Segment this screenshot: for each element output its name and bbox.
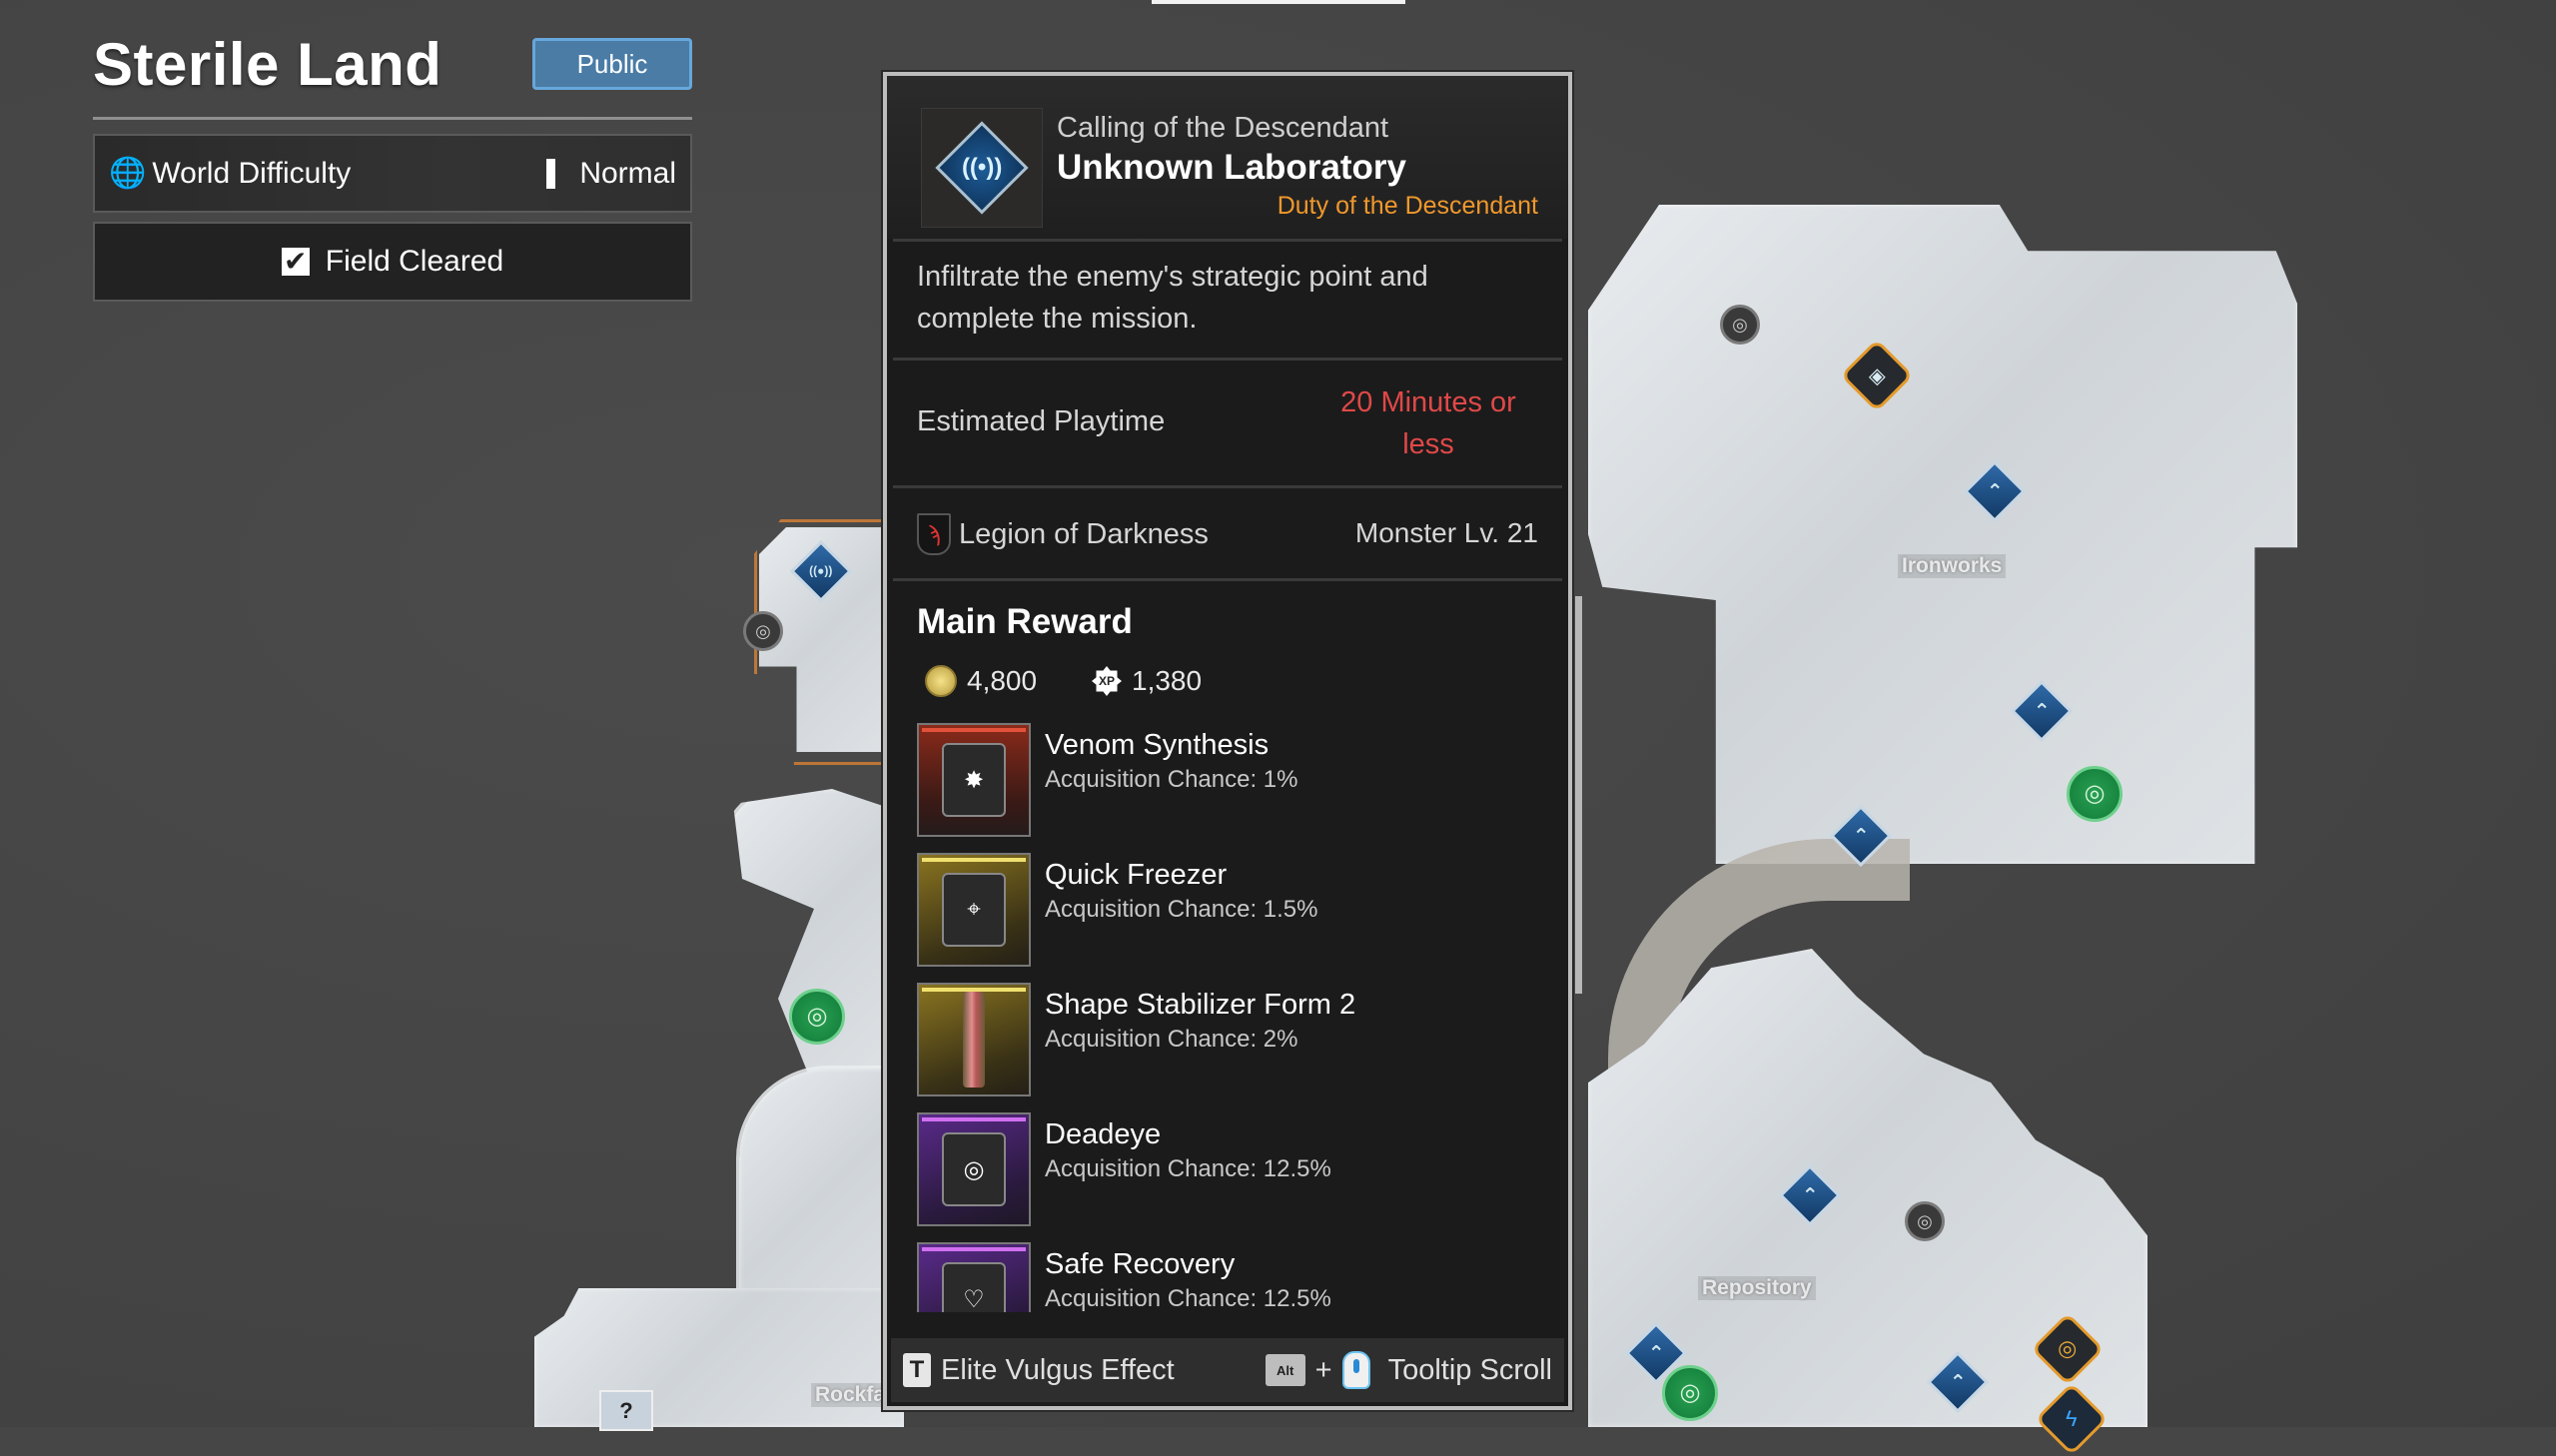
- tooltip-scrollbar[interactable]: [1575, 596, 1582, 994]
- tooltip-footer: T Elite Vulgus Effect Alt + Tooltip Scro…: [891, 1338, 1564, 1402]
- reward-item[interactable]: ⌖ Quick Freezer Acquisition Chance: 1.5%: [917, 853, 1546, 983]
- target-icon: ◎: [2084, 780, 2106, 807]
- public-button[interactable]: Public: [532, 38, 692, 90]
- faction: ϡ Legion of Darkness: [917, 513, 1209, 555]
- mission-tooltip: ((•)) Calling of the Descendant Unknown …: [883, 72, 1572, 1410]
- target-icon: ◎: [806, 1003, 828, 1030]
- faction-name: Legion of Darkness: [959, 517, 1209, 550]
- reward-name: Deadeye: [1045, 1118, 1162, 1150]
- waypoint-icon: ⌃: [2033, 699, 2051, 722]
- reward-chance: Acquisition Chance: 12.5%: [1045, 1285, 1331, 1312]
- main-reward-heading: Main Reward: [917, 602, 1133, 641]
- hud-divider: [93, 117, 692, 120]
- mission-icon-frame: ((•)): [921, 108, 1043, 228]
- target-marker[interactable]: ◎: [743, 611, 783, 651]
- plus-sign: +: [1314, 1353, 1332, 1386]
- waypoint-icon: ⌃: [1801, 1183, 1819, 1206]
- reward-name: Quick Freezer: [1045, 859, 1228, 891]
- mission-description: Infiltrate the enemy's strategic point a…: [917, 261, 1428, 335]
- module-chip-icon: ◎: [942, 1132, 1006, 1206]
- waypoint-icon: ⌃: [1986, 479, 2004, 502]
- reward-item[interactable]: ♡ Safe Recovery Acquisition Chance: 12.5%: [917, 1242, 1546, 1312]
- reward-chance: Acquisition Chance: 1%: [1045, 766, 1298, 793]
- world-difficulty-row[interactable]: 🌐 World Difficulty Normal: [93, 134, 692, 213]
- reward-thumbnail: [917, 983, 1031, 1096]
- playtime-value: 20 Minutes or less: [1340, 386, 1516, 460]
- world-difficulty-label: World Difficulty: [152, 156, 352, 190]
- mouse-wheel-icon: [1341, 1351, 1370, 1389]
- legion-emblem-icon: ϡ: [917, 513, 951, 555]
- mission-icon: ◈: [1868, 362, 1886, 387]
- reward-chance: Acquisition Chance: 2%: [1045, 1026, 1298, 1053]
- question-icon: ?: [619, 1397, 633, 1423]
- key-alt-icon: Alt: [1265, 1354, 1305, 1386]
- tooltip-header: ((•)) Calling of the Descendant Unknown …: [887, 76, 1568, 239]
- divider: [893, 578, 1562, 581]
- green-target-marker[interactable]: ◎: [2067, 766, 2123, 822]
- divider: [893, 239, 1562, 242]
- reward-list[interactable]: ✸ Venom Synthesis Acquisition Chance: 1% …: [917, 723, 1546, 1312]
- region-title: Sterile Land: [93, 31, 442, 98]
- reward-chance: Acquisition Chance: 12.5%: [1045, 1155, 1331, 1182]
- mission-tag: Duty of the Descendant: [1277, 192, 1538, 220]
- reward-item[interactable]: ◎ Deadeye Acquisition Chance: 12.5%: [917, 1112, 1546, 1242]
- mission-category: Calling of the Descendant: [1057, 112, 1389, 144]
- map-label-rockfall: Rockfa: [811, 1383, 890, 1407]
- signal-icon: ((●)): [809, 563, 833, 578]
- xp-amount: 1,380: [1132, 665, 1203, 696]
- checkbox-checked-icon: ✔: [281, 248, 310, 276]
- field-cleared-label: Field Cleared: [325, 245, 504, 278]
- reward-item[interactable]: ✸ Venom Synthesis Acquisition Chance: 1%: [917, 723, 1546, 853]
- field-cleared-row: ✔ Field Cleared: [93, 222, 692, 302]
- globe-stars-icon: 🌐: [109, 157, 147, 190]
- green-target-marker[interactable]: ◎: [789, 989, 845, 1045]
- monster-level: Monster Lv. 21: [1354, 517, 1538, 548]
- signal-diamond-icon: ((•)): [935, 121, 1029, 215]
- gold-coin-icon: [925, 665, 957, 697]
- gold-amount: 4,800: [967, 665, 1038, 696]
- waypoint-icon: ⌃: [1647, 1341, 1665, 1364]
- map-area-ironworks: [1588, 205, 2297, 864]
- reward-thumbnail: ♡: [917, 1242, 1031, 1312]
- gold-reward: 4,800: [925, 665, 1037, 697]
- mission-title: Unknown Laboratory: [1057, 148, 1407, 187]
- target-marker[interactable]: ◎: [1720, 305, 1760, 345]
- reward-name: Safe Recovery: [1045, 1248, 1236, 1280]
- reward-name: Shape Stabilizer Form 2: [1045, 989, 1356, 1021]
- target-icon: ◎: [1917, 1211, 1933, 1231]
- target-icon: ◎: [1732, 315, 1748, 335]
- reward-thumbnail: ⌖: [917, 853, 1031, 967]
- map-label-ironworks: Ironworks: [1898, 554, 2007, 578]
- tooltip-scroll-hint: Tooltip Scroll: [1387, 1353, 1552, 1386]
- module-chip-icon: ♡: [942, 1262, 1006, 1312]
- divider: [893, 485, 1562, 488]
- unknown-marker[interactable]: ?: [599, 1390, 653, 1431]
- waypoint-icon: ⌃: [1949, 1370, 1967, 1393]
- difficulty-level-bar-icon: [546, 158, 556, 189]
- gear-icon: ◎: [2058, 1335, 2078, 1361]
- reward-thumbnail: ◎: [917, 1112, 1031, 1226]
- top-tab-indicator: [1152, 0, 1405, 4]
- target-icon: ◎: [1679, 1379, 1701, 1406]
- target-marker[interactable]: ◎: [1905, 1201, 1945, 1241]
- reward-name: Venom Synthesis: [1045, 729, 1270, 761]
- module-chip-icon: ⌖: [942, 873, 1006, 947]
- target-icon: ◎: [755, 621, 771, 641]
- key-t-icon: T: [903, 1353, 931, 1387]
- world-difficulty-value: Normal: [579, 156, 676, 190]
- reward-item[interactable]: Shape Stabilizer Form 2 Acquisition Chanc…: [917, 983, 1546, 1112]
- module-chip-icon: ✸: [942, 743, 1006, 817]
- elite-vulgus-effect-hint[interactable]: Elite Vulgus Effect: [941, 1354, 1175, 1387]
- stabilizer-tube-icon: [963, 992, 985, 1088]
- xp-icon: XP: [1092, 666, 1122, 696]
- waypoint-icon: ⌃: [1852, 824, 1870, 847]
- divider: [893, 358, 1562, 361]
- reward-thumbnail: ✸: [917, 723, 1031, 837]
- reward-chance: Acquisition Chance: 1.5%: [1045, 896, 1318, 923]
- playtime-label: Estimated Playtime: [917, 405, 1166, 437]
- xp-reward: XP 1,380: [1092, 665, 1202, 697]
- green-target-marker[interactable]: ◎: [1662, 1365, 1718, 1421]
- map-label-repository: Repository: [1698, 1276, 1816, 1300]
